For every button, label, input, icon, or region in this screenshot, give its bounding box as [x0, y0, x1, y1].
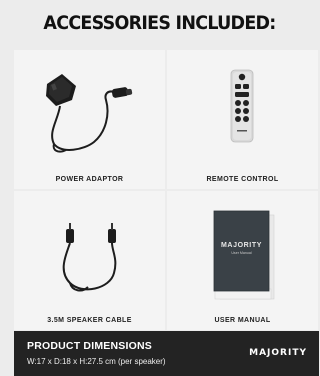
accessory-card-speaker-cable: 3.5M SPEAKER CABLE: [14, 191, 165, 330]
manual-brand-text: MAJORITY: [221, 242, 262, 249]
accessory-card-user-manual: MAJORITY User Manual USER MANUAL: [167, 191, 318, 330]
page-title: ACCESSORIES INCLUDED:: [43, 12, 276, 34]
accessory-label: REMOTE CONTROL: [206, 176, 279, 183]
power-adaptor-icon: [46, 74, 133, 153]
accessories-page: ACCESSORIES INCLUDED: POWER ADAPTOR REMO…: [0, 0, 319, 376]
remote-control-icon: [230, 69, 254, 143]
accessories-grid: POWER ADAPTOR REMOTE CONTROL 3.5M SPEAKE…: [14, 50, 318, 330]
accessory-label: POWER ADAPTOR: [55, 176, 124, 183]
dimensions-title: PRODUCT DIMENSIONS: [27, 340, 152, 352]
product-dimensions-bar: PRODUCT DIMENSIONS W:17 x D:18 x H:27.5 …: [14, 331, 319, 376]
accessory-label: 3.5M SPEAKER CABLE: [47, 317, 132, 324]
manual-subtitle-text: User Manual: [231, 251, 252, 255]
user-manual-icon: MAJORITY User Manual: [213, 210, 275, 300]
accessory-card-power-adaptor: POWER ADAPTOR: [14, 50, 165, 189]
brand-logo: MAJORITY: [249, 348, 307, 358]
accessory-card-remote-control: REMOTE CONTROL: [167, 50, 318, 189]
speaker-cable-icon: [62, 223, 117, 292]
accessory-label: USER MANUAL: [214, 317, 271, 324]
dimensions-value: W:17 x D:18 x H:27.5 cm (per speaker): [27, 357, 166, 366]
